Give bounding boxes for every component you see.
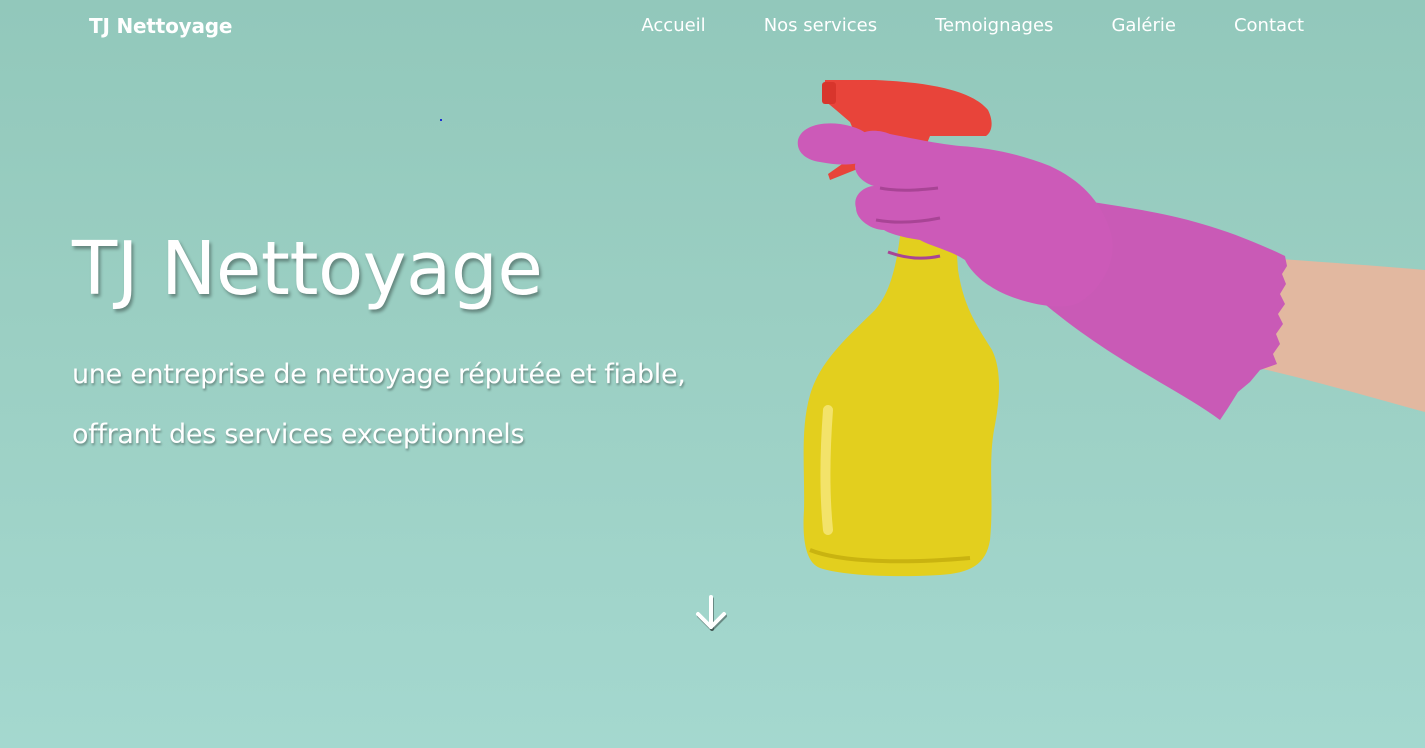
hero-subtitle: une entreprise de nettoyage réputée et f… — [72, 345, 772, 465]
hero-subtitle-line-2: offrant des services exceptionnels — [72, 419, 525, 450]
hero-title: TJ Nettoyage — [72, 226, 543, 312]
brand-logo-link[interactable]: TJ Nettoyage — [89, 14, 232, 38]
hero-section: TJ Nettoyage Accueil Nos services Temoig… — [0, 0, 1425, 748]
nav-link-temoignages[interactable]: Temoignages — [935, 15, 1053, 36]
arrow-down-icon[interactable] — [694, 594, 730, 634]
nav-link-galerie[interactable]: Galérie — [1111, 15, 1176, 36]
hero-subtitle-line-1: une entreprise de nettoyage réputée et f… — [72, 359, 686, 390]
nav-link-accueil[interactable]: Accueil — [641, 15, 705, 36]
nav-link-nos-services[interactable]: Nos services — [764, 15, 877, 36]
stray-pixel — [440, 119, 442, 121]
nav-menu: Accueil Nos services Temoignages Galérie… — [583, 15, 1304, 36]
spray-bottle-hand-illustration — [797, 80, 1425, 577]
nav-link-contact[interactable]: Contact — [1234, 15, 1304, 36]
navbar: TJ Nettoyage Accueil Nos services Temoig… — [0, 0, 1425, 56]
